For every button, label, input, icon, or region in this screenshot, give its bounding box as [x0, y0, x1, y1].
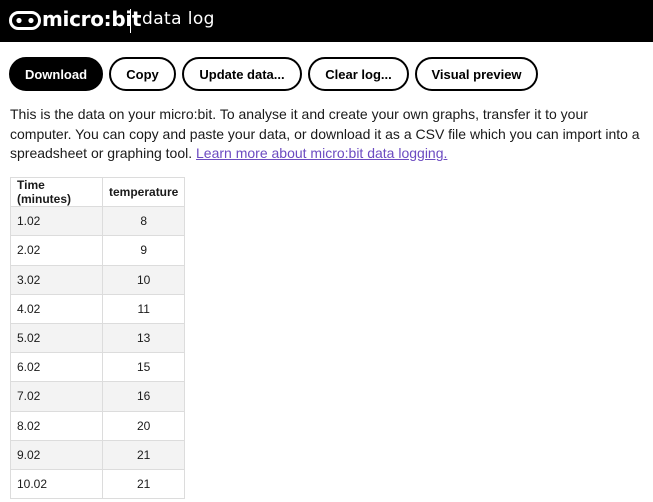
- temperature-cell: 11: [101, 293, 186, 324]
- table-row: 5.02 13: [10, 322, 186, 354]
- column-header-temperature: temperature: [101, 176, 186, 208]
- table-row: 3.02 10: [10, 264, 186, 295]
- temperature-cell: 21: [101, 439, 186, 470]
- microbit-logo-icon: [9, 11, 41, 30]
- time-cell: 2.02: [10, 235, 103, 266]
- time-cell: 4.02: [10, 293, 103, 324]
- update-data-button[interactable]: Update data...: [182, 57, 302, 91]
- table-row: 7.02 16: [10, 381, 186, 412]
- time-cell: 5.02: [10, 322, 103, 354]
- intro-paragraph: This is the data on your micro:bit. To a…: [10, 105, 646, 164]
- time-cell: 1.02: [10, 206, 103, 237]
- temperature-cell: 9: [101, 235, 186, 266]
- column-header-time: Time (minutes): [10, 176, 103, 208]
- copy-button[interactable]: Copy: [109, 57, 176, 91]
- table-row: 2.02 9: [10, 235, 186, 266]
- table-row: 1.02 8: [10, 206, 186, 237]
- temperature-cell: 21: [101, 468, 186, 500]
- table-row: 6.02 15: [10, 352, 186, 383]
- time-cell: 6.02: [10, 352, 103, 383]
- time-cell: 8.02: [10, 410, 103, 441]
- header-divider: [130, 9, 131, 33]
- temperature-cell: 20: [101, 410, 186, 441]
- time-cell: 7.02: [10, 381, 103, 412]
- temperature-cell: 10: [101, 264, 186, 295]
- learn-more-link[interactable]: Learn more about micro:bit data logging.: [196, 145, 447, 161]
- temperature-cell: 13: [101, 322, 186, 354]
- time-cell: 10.02: [10, 468, 103, 500]
- visual-preview-button[interactable]: Visual preview: [415, 57, 538, 91]
- data-log-table: Time (minutes) temperature 1.02 8 2.02 9 3…: [10, 176, 186, 500]
- time-cell: 3.02: [10, 264, 103, 295]
- download-button[interactable]: Download: [9, 57, 103, 91]
- temperature-cell: 8: [101, 206, 186, 237]
- table-header-row: Time (minutes) temperature: [10, 176, 186, 208]
- time-cell: 9.02: [10, 439, 103, 470]
- table-row: 9.02 21: [10, 439, 186, 470]
- table-row: 10.02 21: [10, 468, 186, 500]
- temperature-cell: 15: [101, 352, 186, 383]
- table-row: 4.02 11: [10, 293, 186, 324]
- page-title: data log: [142, 9, 215, 29]
- app-header: micro:bit data log: [0, 0, 653, 42]
- clear-log-button[interactable]: Clear log...: [308, 57, 409, 91]
- temperature-cell: 16: [101, 381, 186, 412]
- brand-name: micro:bit: [42, 7, 142, 31]
- table-row: 8.02 20: [10, 410, 186, 441]
